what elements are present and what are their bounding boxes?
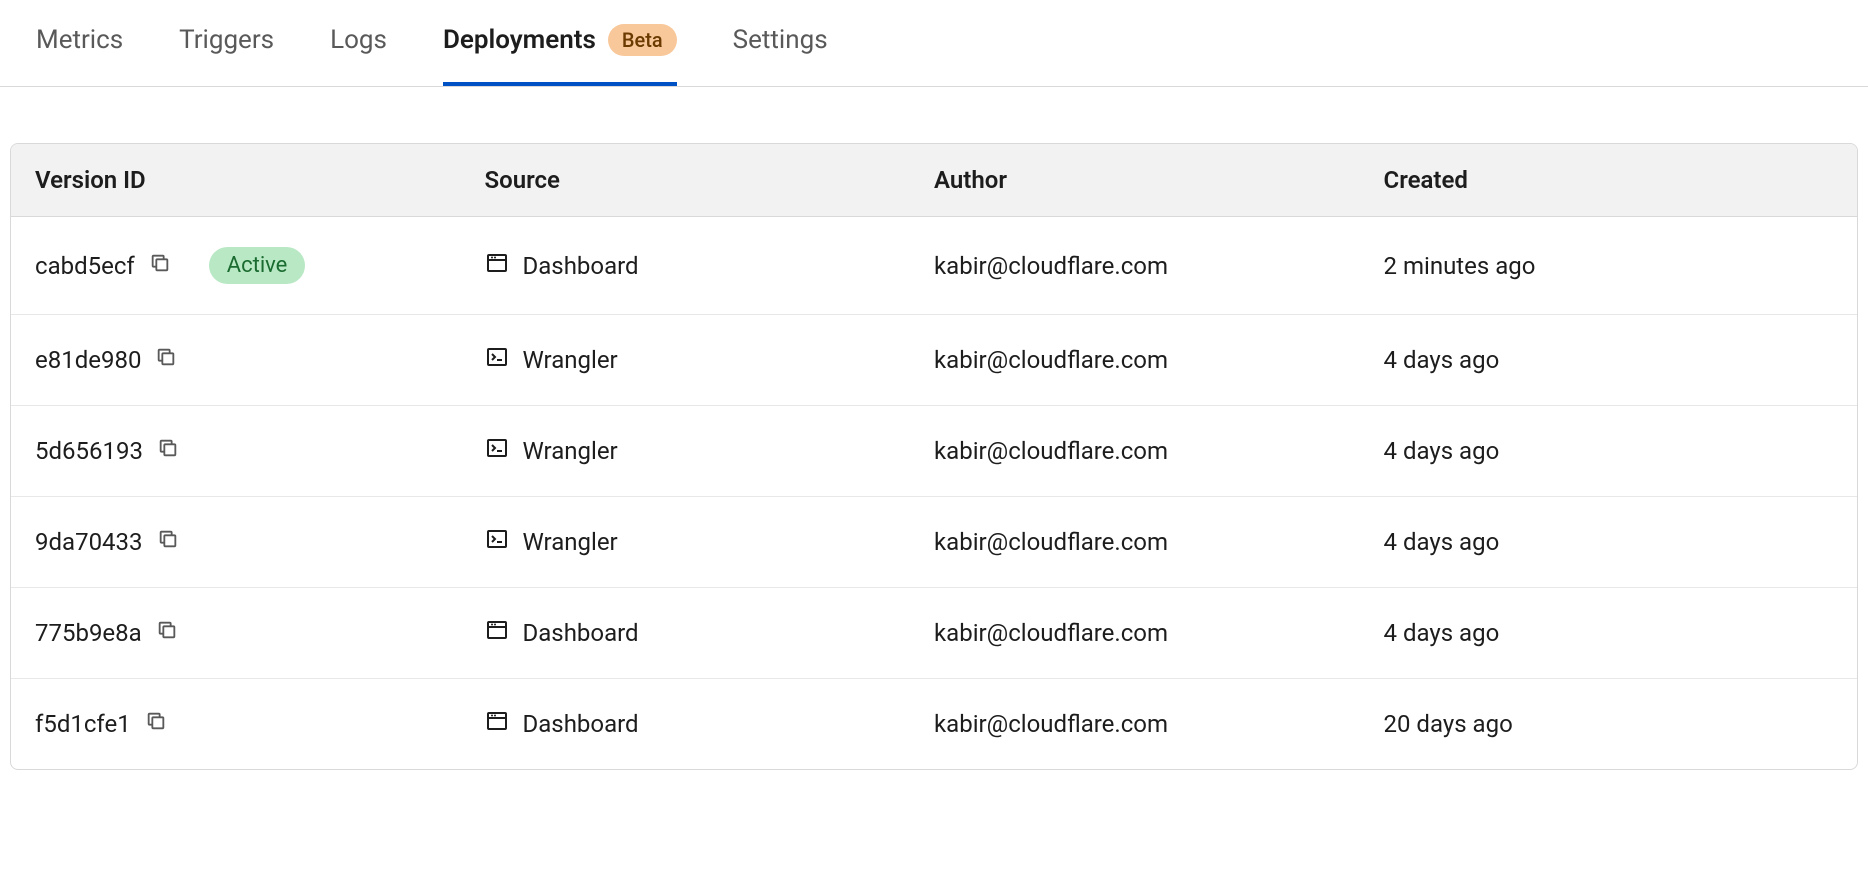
cell-created: 4 days ago [1384, 437, 1834, 465]
source-label: Wrangler [523, 437, 618, 465]
table-row[interactable]: f5d1cfe1 Dashboard kabir@cloudflare.com20 … [11, 679, 1857, 769]
tab-label: Triggers [179, 25, 274, 55]
status-badge: Active [209, 247, 306, 284]
table-row[interactable]: cabd5ecf Active Dashboard kabir@cloudflare.… [11, 217, 1857, 315]
tab-label: Deployments [443, 25, 596, 55]
cell-author: kabir@cloudflare.com [934, 252, 1384, 280]
version-id: 775b9e8a [35, 619, 142, 647]
table-row[interactable]: e81de980 Wrangler kabir@cloudflare.com4 da… [11, 315, 1857, 406]
source-label: Dashboard [523, 710, 639, 738]
cell-version: f5d1cfe1 [35, 710, 485, 738]
cell-source: Dashboard [485, 251, 935, 281]
cell-version: cabd5ecf Active [35, 247, 485, 284]
tabs-nav: Metrics Triggers Logs Deployments Beta Settin… [0, 0, 1868, 87]
cell-version: 9da70433 [35, 528, 485, 556]
th-version: Version ID [35, 166, 485, 194]
th-created: Created [1384, 166, 1834, 194]
terminal-icon [485, 527, 509, 557]
deployments-table: Version ID Source Author Created cabd5ec… [10, 143, 1858, 770]
cell-version: 5d656193 [35, 437, 485, 465]
cell-created: 4 days ago [1384, 619, 1834, 647]
beta-badge: Beta [608, 24, 677, 56]
table-row[interactable]: 775b9e8a Dashboard kabir@cloudflare.com4 d… [11, 588, 1857, 679]
tab-label: Logs [330, 25, 387, 55]
cell-created: 20 days ago [1384, 710, 1834, 738]
cell-author: kabir@cloudflare.com [934, 528, 1384, 556]
version-id: e81de980 [35, 346, 141, 374]
cell-source: Wrangler [485, 527, 935, 557]
copy-icon[interactable] [157, 528, 179, 556]
copy-icon[interactable] [155, 346, 177, 374]
version-id: cabd5ecf [35, 252, 135, 280]
version-id: 5d656193 [35, 437, 143, 465]
tab-triggers[interactable]: Triggers [179, 1, 274, 85]
th-author: Author [934, 166, 1384, 194]
th-source: Source [485, 166, 935, 194]
copy-icon[interactable] [145, 710, 167, 738]
cell-author: kabir@cloudflare.com [934, 437, 1384, 465]
source-label: Wrangler [523, 528, 618, 556]
cell-source: Wrangler [485, 436, 935, 466]
tab-settings[interactable]: Settings [733, 1, 828, 85]
cell-source: Wrangler [485, 345, 935, 375]
source-label: Wrangler [523, 346, 618, 374]
cell-created: 4 days ago [1384, 346, 1834, 374]
source-label: Dashboard [523, 252, 639, 280]
cell-version: 775b9e8a [35, 619, 485, 647]
table-row[interactable]: 9da70433 Wrangler kabir@cloudflare.com4 da… [11, 497, 1857, 588]
copy-icon[interactable] [149, 252, 171, 280]
dashboard-icon [485, 251, 509, 281]
dashboard-icon [485, 709, 509, 739]
source-label: Dashboard [523, 619, 639, 647]
table-header-row: Version ID Source Author Created [11, 144, 1857, 217]
tab-logs[interactable]: Logs [330, 1, 387, 85]
tab-label: Settings [733, 25, 828, 55]
cell-source: Dashboard [485, 618, 935, 648]
dashboard-icon [485, 618, 509, 648]
cell-created: 4 days ago [1384, 528, 1834, 556]
copy-icon[interactable] [156, 619, 178, 647]
tab-deployments[interactable]: Deployments Beta [443, 0, 677, 86]
copy-icon[interactable] [157, 437, 179, 465]
tab-metrics[interactable]: Metrics [36, 1, 123, 85]
cell-source: Dashboard [485, 709, 935, 739]
terminal-icon [485, 436, 509, 466]
version-id: 9da70433 [35, 528, 143, 556]
cell-created: 2 minutes ago [1384, 252, 1834, 280]
version-id: f5d1cfe1 [35, 710, 131, 738]
cell-author: kabir@cloudflare.com [934, 710, 1384, 738]
terminal-icon [485, 345, 509, 375]
table-row[interactable]: 5d656193 Wrangler kabir@cloudflare.com4 da… [11, 406, 1857, 497]
cell-author: kabir@cloudflare.com [934, 619, 1384, 647]
cell-author: kabir@cloudflare.com [934, 346, 1384, 374]
tab-label: Metrics [36, 25, 123, 55]
cell-version: e81de980 [35, 346, 485, 374]
